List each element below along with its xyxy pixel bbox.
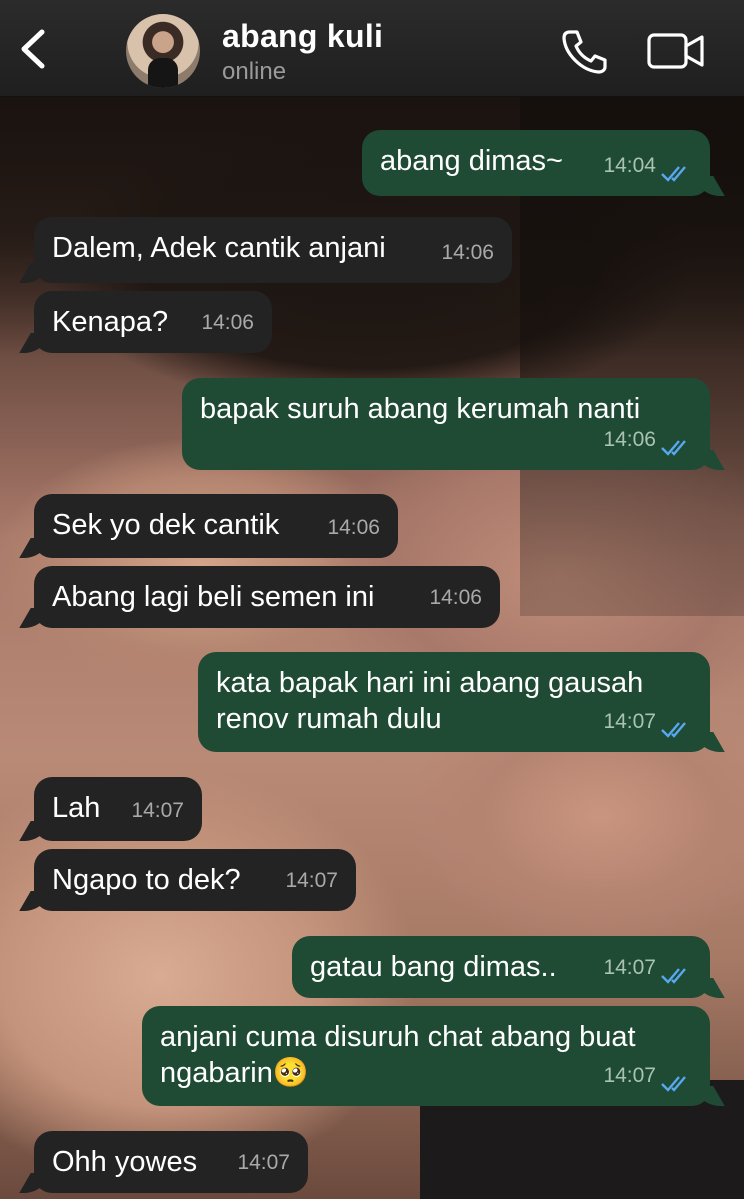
chevron-left-icon bbox=[21, 29, 45, 69]
message-time: 14:06 bbox=[441, 241, 494, 264]
message-time: 14:07 bbox=[131, 799, 184, 822]
chat-header: abang kuli online bbox=[0, 0, 744, 97]
voice-call-button[interactable] bbox=[560, 28, 608, 74]
message-bubble-incoming[interactable]: Kenapa? 14:06 bbox=[34, 291, 272, 353]
message-time: 14:06 bbox=[201, 311, 254, 334]
message-time: 14:06 bbox=[603, 428, 656, 451]
message-text: Lah bbox=[52, 792, 101, 824]
message-bubble-outgoing[interactable]: abang dimas~ 14:04 bbox=[362, 130, 710, 196]
message-text: Dalem, Adek cantik anjani bbox=[52, 232, 386, 264]
message-text: bapak suruh abang kerumah nanti bbox=[200, 393, 641, 425]
message-text: Ohh yowes bbox=[52, 1146, 198, 1178]
message-bubble-outgoing[interactable]: anjani cuma disuruh chat abang buat ngab… bbox=[142, 1006, 710, 1106]
video-call-button[interactable] bbox=[646, 32, 706, 70]
video-camera-icon bbox=[647, 33, 704, 69]
message-bubble-incoming[interactable]: Ngapo to dek? 14:07 bbox=[34, 849, 356, 911]
message-bubble-incoming[interactable]: Lah 14:07 bbox=[34, 777, 202, 841]
message-text: Ngapo to dek? bbox=[52, 864, 241, 896]
message-text: abang dimas~ bbox=[380, 145, 563, 177]
contact-name[interactable]: abang kuli bbox=[222, 18, 383, 55]
message-text: Sek yo dek cantik bbox=[52, 509, 280, 541]
message-bubble-outgoing[interactable]: gatau bang dimas.. 14:07 bbox=[292, 936, 710, 998]
message-text: Kenapa? bbox=[52, 306, 169, 338]
double-check-icon bbox=[661, 1076, 686, 1092]
avatar-figure bbox=[148, 58, 178, 88]
message-time: 14:07 bbox=[603, 956, 656, 979]
double-check-icon bbox=[661, 722, 686, 738]
message-time: 14:07 bbox=[603, 1064, 656, 1087]
message-bubble-outgoing[interactable]: kata bapak hari ini abang gausah renov r… bbox=[198, 652, 710, 752]
message-bubble-incoming[interactable]: Ohh yowes 14:07 bbox=[34, 1131, 308, 1193]
double-check-icon bbox=[661, 166, 686, 182]
double-check-icon bbox=[661, 968, 686, 984]
message-time: 14:04 bbox=[603, 154, 656, 177]
message-bubble-incoming[interactable]: Dalem, Adek cantik anjani 14:06 bbox=[34, 217, 512, 283]
message-bubble-incoming[interactable]: Sek yo dek cantik 14:06 bbox=[34, 494, 398, 558]
message-time: 14:07 bbox=[603, 710, 656, 733]
message-bubble-incoming[interactable]: Abang lagi beli semen ini 14:06 bbox=[34, 566, 500, 628]
message-time: 14:07 bbox=[285, 869, 338, 892]
message-time: 14:07 bbox=[237, 1151, 290, 1174]
message-time: 14:06 bbox=[327, 516, 380, 539]
contact-status: online bbox=[222, 58, 287, 85]
message-text: gatau bang dimas.. bbox=[310, 951, 557, 983]
message-bubble-outgoing[interactable]: bapak suruh abang kerumah nanti 14:06 bbox=[182, 378, 710, 470]
phone-icon bbox=[562, 30, 607, 74]
message-time: 14:06 bbox=[429, 586, 482, 609]
contact-avatar[interactable] bbox=[126, 14, 200, 88]
message-text: Abang lagi beli semen ini bbox=[52, 581, 375, 613]
double-check-icon bbox=[661, 440, 686, 456]
back-button[interactable] bbox=[14, 26, 54, 72]
